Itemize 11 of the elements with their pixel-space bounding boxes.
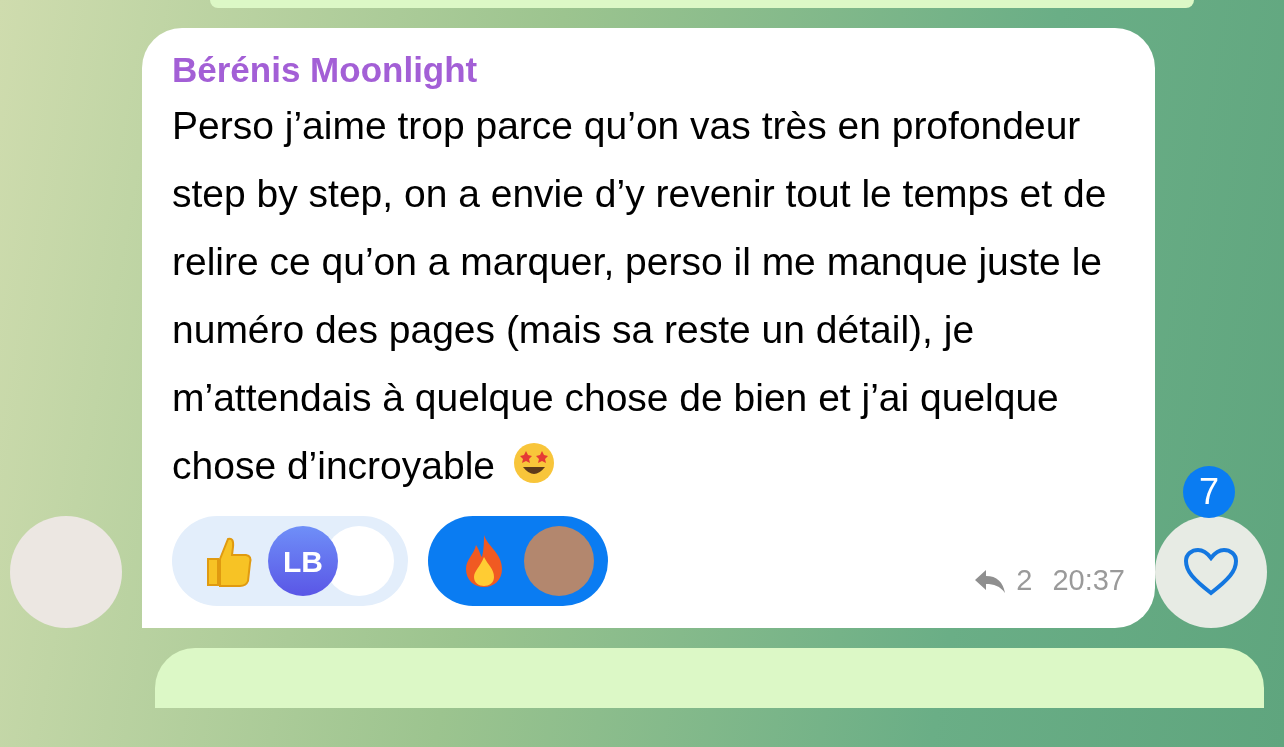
photo-avatar xyxy=(524,526,594,596)
reaction-chip[interactable]: LB xyxy=(172,516,408,606)
message-text: Perso j’aime trop parce qu’on vas très en profondeur step by step, on a envie d’y revenir tout le temps et de relire ce qu’on a marquer, perso il me manque juste le numéro des pages (mais sa reste un détail), je m’attendais à quelque chose de bien et j’ai quelque chose d’incroyable xyxy=(172,103,1108,489)
star-eyes-emoji-icon xyxy=(511,441,556,485)
reply-icon xyxy=(974,568,1007,594)
reply-count: 2 xyxy=(1016,563,1033,599)
message-time: 20:37 xyxy=(1052,563,1125,599)
initials-avatar: LB xyxy=(268,526,338,596)
heart-icon xyxy=(1183,547,1239,597)
sender-name[interactable]: Bérénis Moonlight xyxy=(172,48,1125,92)
comment-count: 7 xyxy=(1183,466,1235,518)
